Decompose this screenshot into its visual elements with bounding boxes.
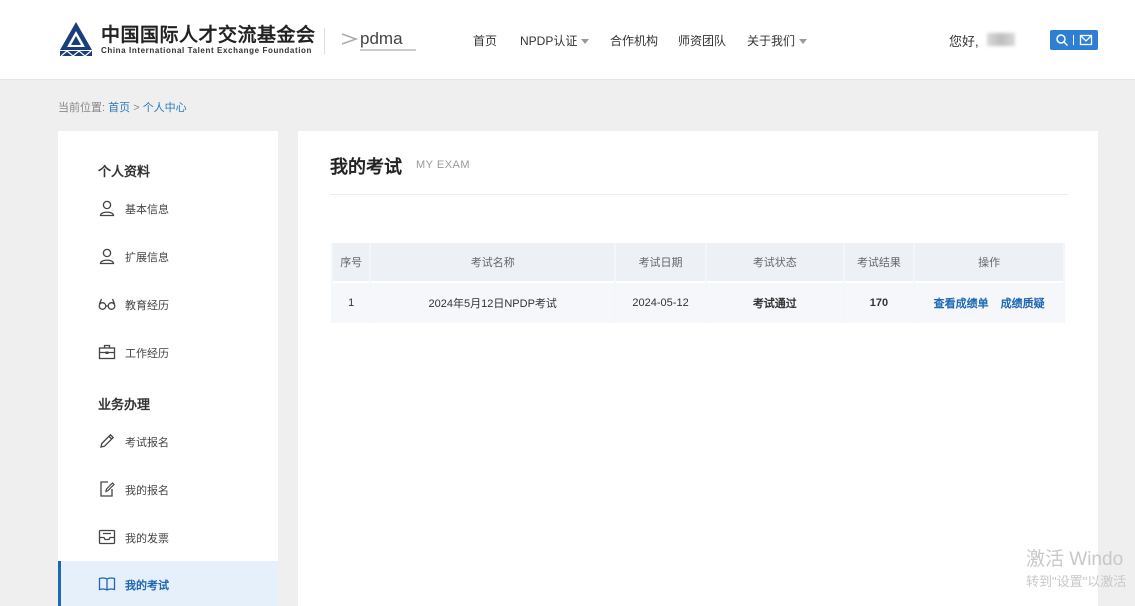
cell-actions: 查看成绩单 成绩质疑 <box>915 283 1063 323</box>
nav-teachers-label: 师资团队 <box>678 34 727 48</box>
user-name-blurred[interactable] <box>987 33 1015 46</box>
pdma-mark-icon <box>341 33 359 45</box>
sidebar-item-label: 我的发票 <box>125 533 169 545</box>
sidebar-item-label: 我的考试 <box>125 580 169 592</box>
sidebar-item-my-invoices[interactable]: 我的发票 <box>58 514 278 560</box>
nav-npdp[interactable]: NPDP认证 <box>520 32 590 49</box>
book-icon <box>98 577 116 591</box>
sidebar-item-basic-info[interactable]: 基本信息 <box>58 185 278 231</box>
sidebar-item-my-registrations[interactable]: 我的报名 <box>58 466 278 512</box>
partner-logo[interactable]: pdma <box>340 26 420 56</box>
score-appeal-link[interactable]: 成绩质疑 <box>1001 298 1045 310</box>
title-divider <box>330 194 1068 195</box>
main-panel: 我的考试 MY EXAM 序号 考试名称 考试日期 考试状态 考试结果 操作 1… <box>298 131 1098 606</box>
briefcase-icon <box>98 344 116 360</box>
mail-icon[interactable] <box>1079 33 1093 47</box>
partner-name: pdma <box>360 29 403 48</box>
logo-divider <box>324 28 325 54</box>
sidebar-item-work[interactable]: 工作经历 <box>58 329 278 375</box>
exam-table: 序号 考试名称 考试日期 考试状态 考试结果 操作 1 2024年5月12日NP… <box>331 243 1065 323</box>
table-header-row: 序号 考试名称 考试日期 考试状态 考试结果 操作 <box>333 243 1063 283</box>
nav-npdp-label: NPDP认证 <box>520 34 578 48</box>
search-icon[interactable] <box>1055 33 1069 47</box>
sidebar-item-label: 基本信息 <box>125 204 169 216</box>
user-greeting: 您好, <box>949 34 979 49</box>
sidebar-item-my-exams[interactable]: 我的考试 <box>58 561 278 606</box>
column-header-status: 考试状态 <box>707 243 843 283</box>
windows-activation-title: 激活 Windo <box>1026 549 1124 570</box>
sidebar-item-label: 我的报名 <box>125 485 169 497</box>
breadcrumb-prefix: 当前位置: <box>58 102 106 114</box>
site-header: 中国国际人才交流基金会 China International Talent E… <box>0 0 1135 80</box>
logo-title-en: China International Talent Exchange Foun… <box>101 46 313 55</box>
cell-exam-name: 2024年5月12日NPDP考试 <box>371 283 615 323</box>
sidebar-item-label: 扩展信息 <box>125 252 169 264</box>
sidebar-section-business: 业务办理 <box>98 397 151 412</box>
windows-activation-hint: 转到"设置"以激活 <box>1026 574 1127 589</box>
cell-exam-status: 考试通过 <box>707 283 843 323</box>
header-actions <box>1050 30 1098 50</box>
header-actions-divider <box>1073 35 1074 45</box>
breadcrumb: 当前位置: 首页 > 个人中心 <box>58 99 187 115</box>
sidebar-item-label: 教育经历 <box>125 300 169 312</box>
sidebar-section-profile: 个人资料 <box>98 164 151 179</box>
user-icon <box>99 200 115 217</box>
cell-index: 1 <box>333 283 370 323</box>
partner-tagline <box>360 49 416 51</box>
chevron-down-icon <box>799 39 808 45</box>
breadcrumb-current[interactable]: 个人中心 <box>143 102 187 114</box>
foundation-logo-icon <box>60 22 92 57</box>
column-header-actions: 操作 <box>915 243 1063 283</box>
site-logo[interactable]: 中国国际人才交流基金会 China International Talent E… <box>58 20 320 58</box>
cell-exam-result: 170 <box>844 283 914 323</box>
breadcrumb-home[interactable]: 首页 <box>108 102 130 114</box>
cell-exam-date: 2024-05-12 <box>616 283 706 323</box>
sidebar-item-label: 工作经历 <box>125 348 169 360</box>
table-row: 1 2024年5月12日NPDP考试 2024-05-12 考试通过 170 查… <box>333 283 1063 323</box>
sidebar-item-label: 考试报名 <box>125 437 169 449</box>
page-subtitle: MY EXAM <box>416 159 471 171</box>
user-icon <box>99 248 115 265</box>
view-transcript-link[interactable]: 查看成绩单 <box>934 298 989 310</box>
nav-partners[interactable]: 合作机构 <box>610 32 658 49</box>
glasses-icon <box>98 298 116 310</box>
nav-home-label: 首页 <box>473 34 498 48</box>
edit-doc-icon <box>100 481 115 497</box>
column-header-date: 考试日期 <box>616 243 706 283</box>
sidebar-item-exam-registration[interactable]: 考试报名 <box>58 418 278 464</box>
column-header-result: 考试结果 <box>844 243 914 283</box>
column-header-index: 序号 <box>333 243 370 283</box>
nav-about-label: 关于我们 <box>747 34 796 48</box>
page-title: 我的考试 <box>330 157 402 177</box>
logo-title-cn: 中国国际人才交流基金会 <box>101 25 316 46</box>
breadcrumb-sep: > <box>133 102 140 114</box>
nav-teachers[interactable]: 师资团队 <box>678 32 726 49</box>
sidebar-item-education[interactable]: 教育经历 <box>58 281 278 327</box>
sidebar-item-extended-info[interactable]: 扩展信息 <box>58 233 278 279</box>
inbox-icon <box>98 529 116 545</box>
pencil-icon <box>100 433 115 448</box>
nav-home[interactable]: 首页 <box>473 32 497 49</box>
column-header-name: 考试名称 <box>371 243 615 283</box>
nav-about[interactable]: 关于我们 <box>747 32 808 49</box>
sidebar: 个人资料 基本信息 扩展信息 教育经历 工作经历 业务办理 考试报名 我的报名 … <box>58 131 278 606</box>
chevron-down-icon <box>581 39 590 45</box>
nav-partners-label: 合作机构 <box>610 34 659 48</box>
